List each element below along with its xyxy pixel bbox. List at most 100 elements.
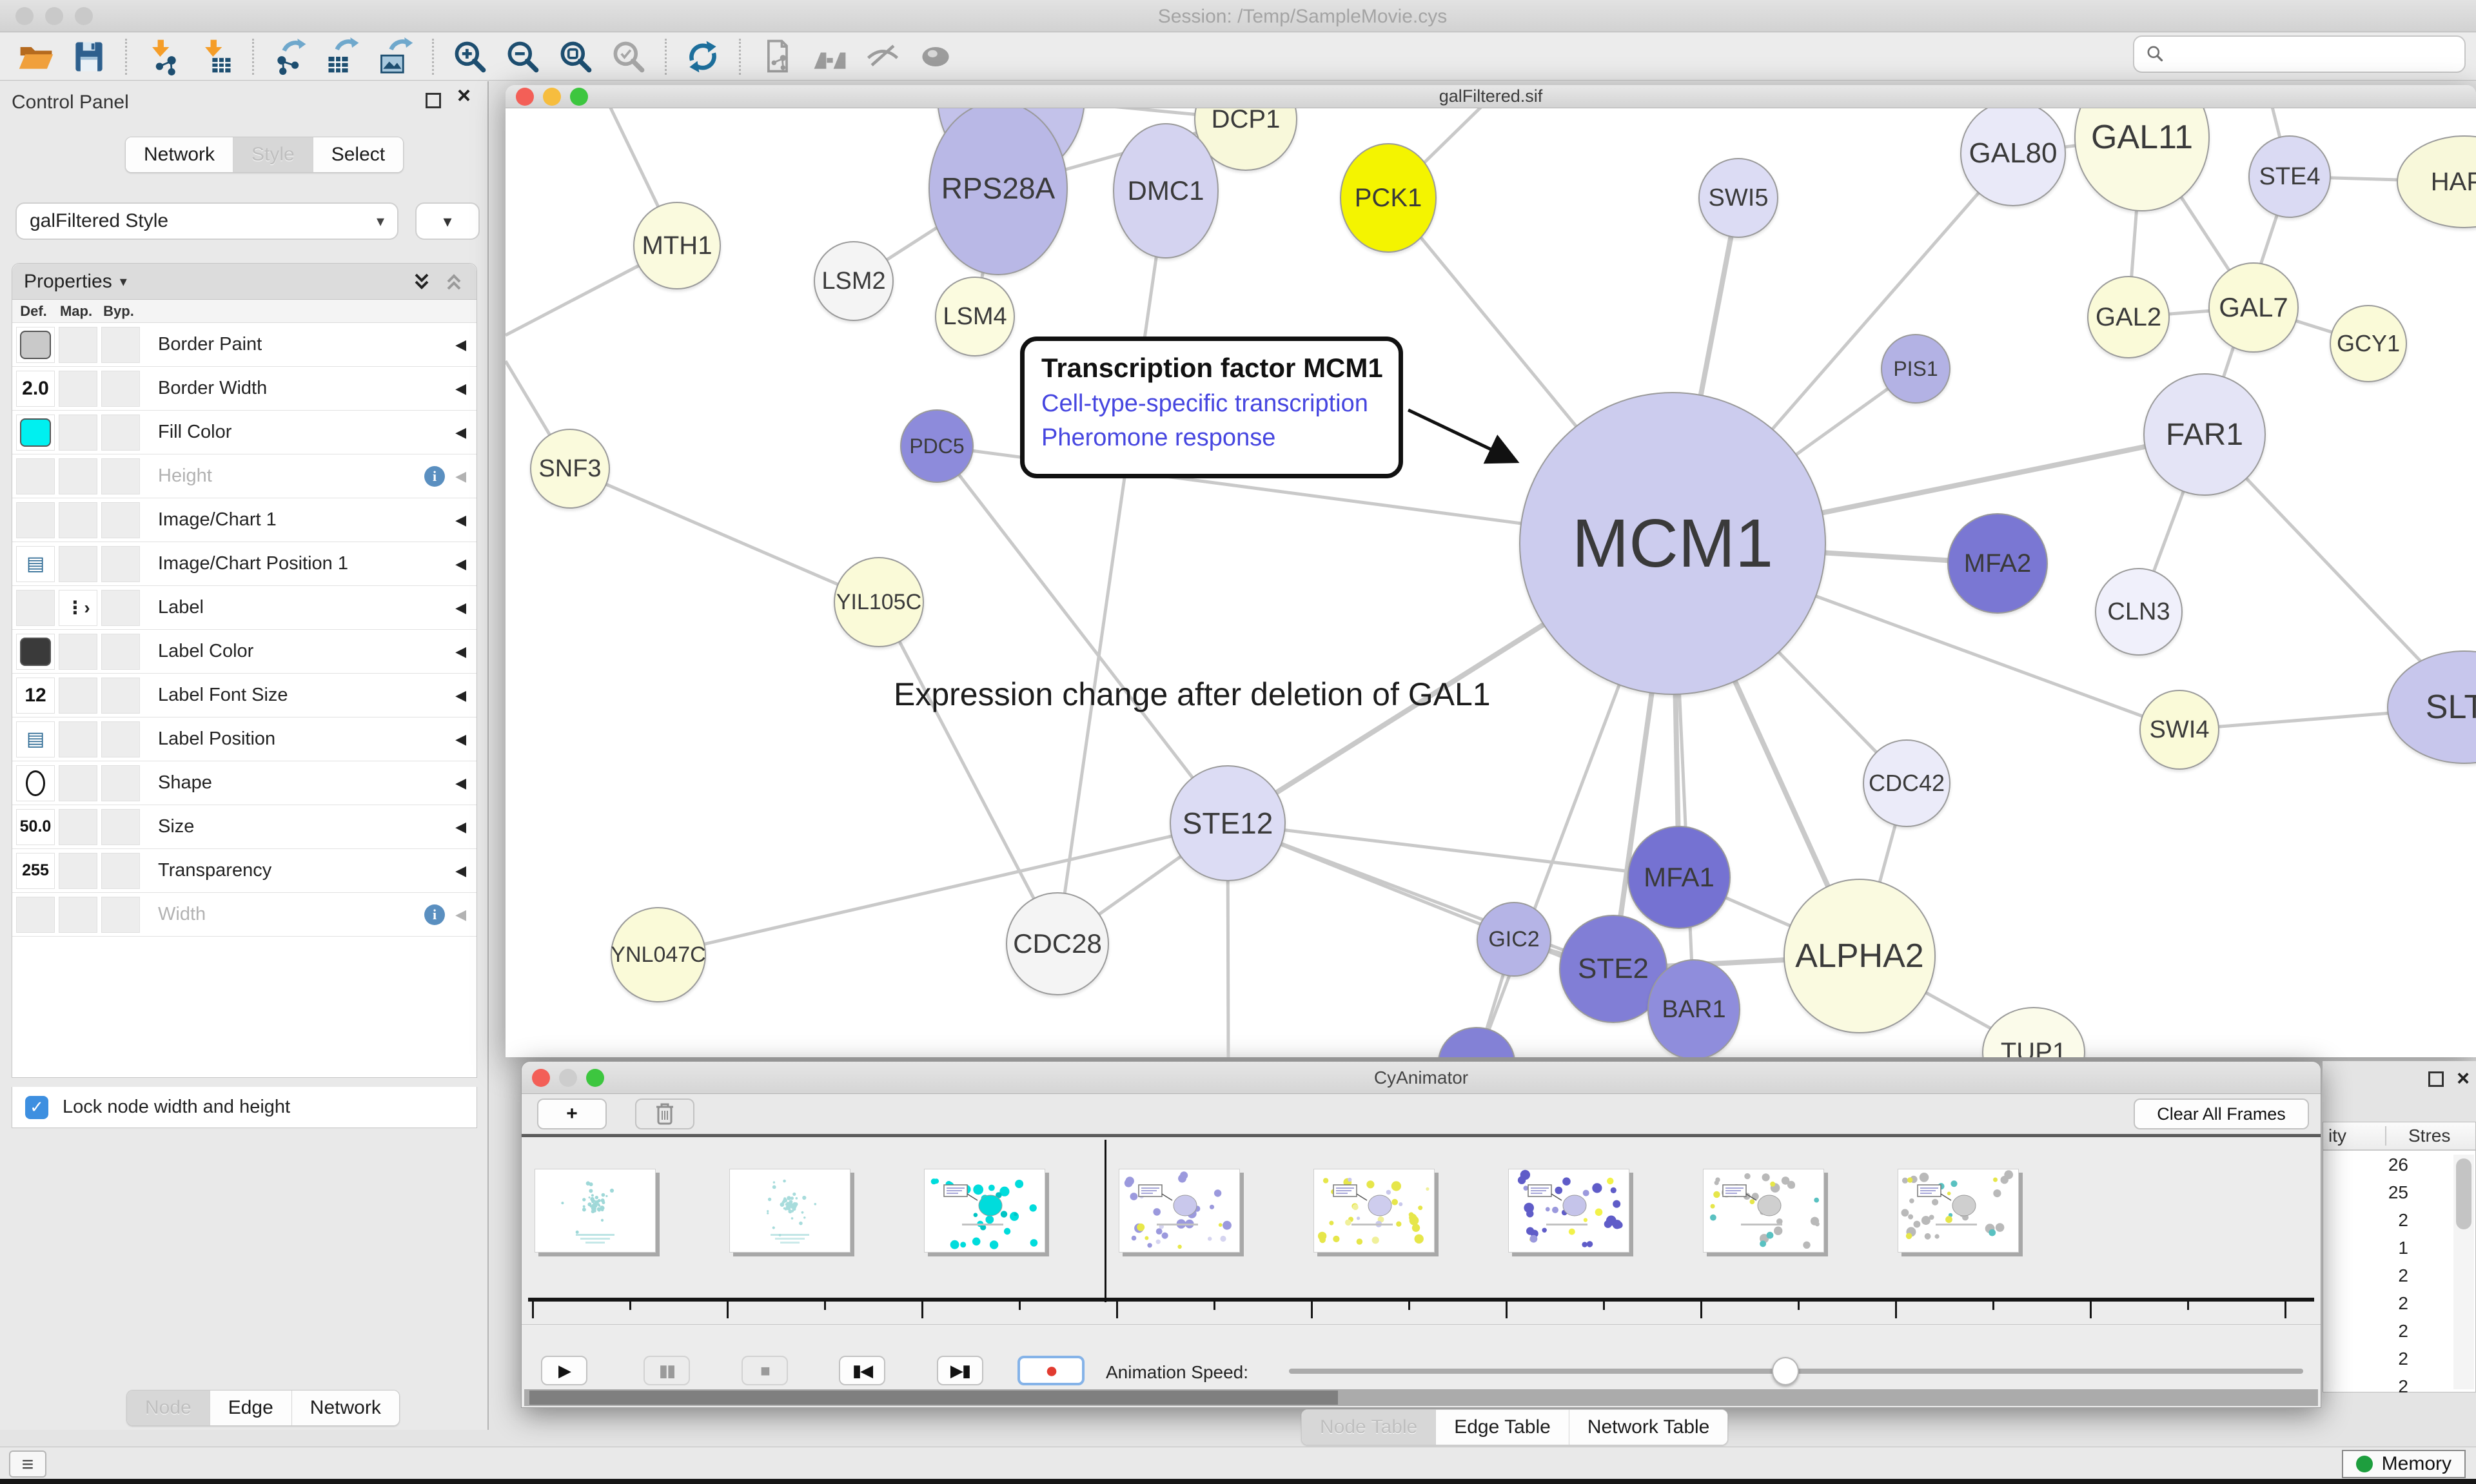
frame-thumbnail-3[interactable] [924,1169,1045,1253]
map-cell[interactable] [59,327,97,363]
add-frame-button[interactable]: + [537,1098,607,1129]
byp-cell[interactable] [101,853,140,889]
map-cell[interactable] [59,415,97,451]
expand-row-icon[interactable]: ◀ [455,775,466,792]
hide-graphics-details-icon[interactable] [862,36,903,77]
stop-button[interactable]: ■ [742,1356,788,1385]
frame-thumbnail-4[interactable] [1119,1169,1240,1253]
tab-edge-table[interactable]: Edge Table [1435,1410,1569,1445]
property-row-border-paint[interactable]: Border Paint◀ [12,323,477,367]
expand-row-icon[interactable]: ◀ [455,600,466,616]
frame-thumbnail-1[interactable] [535,1169,656,1253]
def-cell[interactable]: ▤ [16,546,55,582]
expand-row-icon[interactable]: ◀ [455,863,466,879]
def-cell[interactable]: 2.0 [16,371,55,407]
collapse-all-icon[interactable] [443,271,465,293]
export-network-icon[interactable] [270,36,311,77]
expand-row-icon[interactable]: ◀ [455,468,466,485]
frame-thumbnail-6[interactable] [1508,1169,1629,1253]
annotation-box[interactable]: Transcription factor MCM1 Cell-type-spec… [1020,337,1403,478]
zoom-fit-icon[interactable] [555,36,596,77]
expand-row-icon[interactable]: ◀ [455,380,466,397]
import-network-icon[interactable] [142,36,184,77]
def-cell[interactable] [16,765,55,801]
zoom-out-icon[interactable] [502,36,544,77]
def-cell[interactable] [16,502,55,538]
window-zoom-icon[interactable] [75,7,93,25]
animation-speed-slider[interactable] [1289,1369,2303,1374]
map-cell[interactable] [59,634,97,670]
expand-row-icon[interactable]: ◀ [455,643,466,660]
def-cell[interactable] [16,590,55,626]
annotation-link-2[interactable]: Pheromone response [1041,424,1399,452]
float-panel-icon[interactable] [426,93,441,108]
search-box[interactable] [2133,35,2466,73]
save-session-icon[interactable] [68,36,110,77]
node-table[interactable]: ity Stres 26252122222 [2323,1122,2476,1392]
zoom-in-icon[interactable] [449,36,491,77]
property-row-border-width[interactable]: 2.0Border Width◀ [12,367,477,411]
table-cell[interactable]: 2 [2323,1289,2475,1317]
properties-header[interactable]: Properties ▾ [12,264,477,300]
record-button[interactable]: ● [1017,1356,1085,1385]
property-row-image-chart-position-1[interactable]: ▤Image/Chart Position 1◀ [12,542,477,586]
table-cell[interactable]: 26 [2323,1151,2475,1178]
property-row-size[interactable]: 50.0Size◀ [12,805,477,849]
expand-row-icon[interactable]: ◀ [455,424,466,441]
tab-edge[interactable]: Edge [210,1391,291,1425]
byp-cell[interactable] [101,546,140,582]
style-options-button[interactable]: ▾ [415,202,480,240]
share-document-icon[interactable] [756,36,798,77]
show-graphics-details-icon[interactable] [915,36,956,77]
expand-row-icon[interactable]: ◀ [455,819,466,835]
def-cell[interactable] [16,897,55,933]
def-cell[interactable] [16,415,55,451]
timeline-playhead[interactable] [1105,1140,1106,1302]
byp-cell[interactable] [101,765,140,801]
memory-button[interactable]: Memory [2342,1450,2466,1478]
table-cell[interactable]: 2 [2323,1262,2475,1289]
expand-row-icon[interactable]: ◀ [455,687,466,704]
frame-thumbnail-5[interactable] [1313,1169,1435,1253]
property-row-label-position[interactable]: ▤Label Position◀ [12,718,477,761]
byp-cell[interactable] [101,458,140,494]
byp-cell[interactable] [101,327,140,363]
map-cell[interactable] [59,853,97,889]
close-table-icon[interactable]: × [2457,1066,2470,1091]
def-cell[interactable]: 255 [16,853,55,889]
cyanimator-timeline[interactable]: 0123456789 Seconds [522,1137,2321,1324]
table-cell[interactable]: 1 [2323,1234,2475,1262]
map-cell[interactable] [59,678,97,714]
expand-row-icon[interactable]: ◀ [455,556,466,572]
zoom-selected-icon[interactable] [608,36,649,77]
property-row-label-font-size[interactable]: 12Label Font Size◀ [12,674,477,718]
cyanimator-scrollbar[interactable] [524,1389,2318,1406]
play-button[interactable]: ▶ [541,1356,587,1385]
tab-node[interactable]: Node [127,1391,210,1425]
network-canvas[interactable]: RPS28BDCP1RPS28ADMC1PCK1SWI5GAL80GAL11ST… [506,108,2476,1057]
tab-network[interactable]: Network [291,1391,399,1425]
pause-button[interactable]: ▮▮ [644,1356,690,1385]
byp-cell[interactable] [101,371,140,407]
expand-row-icon[interactable]: ◀ [455,512,466,529]
close-panel-icon[interactable]: × [457,88,471,103]
lock-size-checkbox[interactable]: ✓ [25,1096,48,1119]
property-row-fill-color[interactable]: Fill Color◀ [12,411,477,454]
open-session-icon[interactable] [15,36,57,77]
byp-cell[interactable] [101,897,140,933]
def-cell[interactable] [16,458,55,494]
def-cell[interactable]: 50.0 [16,809,55,845]
table-cell[interactable]: 2 [2323,1345,2475,1372]
property-row-height[interactable]: Heighti◀ [12,454,477,498]
map-cell[interactable] [59,897,97,933]
property-row-shape[interactable]: Shape◀ [12,761,477,805]
map-cell[interactable] [59,371,97,407]
map-cell[interactable]: ⋮› [59,590,97,626]
map-cell[interactable] [59,721,97,757]
property-row-label[interactable]: ⋮›Label◀ [12,586,477,630]
skip-to-start-button[interactable]: ▮◀ [839,1356,885,1385]
tab-style[interactable]: Style [233,137,313,172]
byp-cell[interactable] [101,502,140,538]
window-minimize-icon[interactable] [45,7,63,25]
def-cell[interactable]: ▤ [16,721,55,757]
